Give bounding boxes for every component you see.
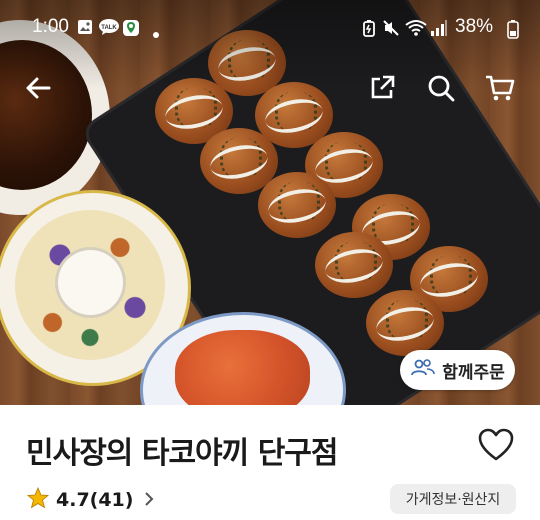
battery-saver-icon: [362, 19, 376, 41]
store-info-label: 가게정보·원산지: [405, 492, 501, 508]
wifi-icon: [405, 19, 427, 41]
hero-image: [0, 0, 540, 405]
group-users-icon: [410, 358, 436, 382]
talk-icon: TALK: [98, 19, 120, 39]
signal-icon: [430, 19, 448, 41]
mute-icon: [382, 19, 400, 41]
back-button[interactable]: [18, 70, 58, 110]
chevron-right-icon: [143, 488, 155, 512]
hero-shade: [0, 0, 540, 405]
store-info-button[interactable]: 가게정보·원산지: [390, 484, 516, 514]
back-arrow-icon: [23, 73, 53, 107]
status-bar: 1:00 TALK 38%: [0, 0, 540, 56]
dot-icon: [152, 24, 160, 43]
cart-button[interactable]: [480, 70, 520, 110]
rating-link[interactable]: 4.7(41): [26, 486, 155, 514]
cart-icon: [484, 73, 516, 107]
favorite-button[interactable]: [478, 428, 518, 466]
share-button[interactable]: [362, 70, 402, 110]
gallery-icon: [77, 19, 93, 39]
search-button[interactable]: [421, 70, 461, 110]
svg-text:TALK: TALK: [101, 25, 117, 31]
group-order-button[interactable]: 함께주문: [400, 350, 515, 390]
status-time: 1:00: [32, 16, 69, 37]
heart-icon: [478, 428, 514, 466]
rating-value: 4.7(41): [56, 489, 134, 511]
maps-icon: [122, 19, 140, 41]
share-icon: [368, 74, 396, 106]
search-icon: [426, 73, 456, 107]
store-name: 민사장의 타코야끼 단구점: [26, 436, 338, 471]
battery-icon: [507, 19, 519, 43]
battery-level: 38%: [455, 16, 494, 37]
group-order-label: 함께주문: [442, 362, 505, 383]
star-icon: [26, 486, 50, 514]
